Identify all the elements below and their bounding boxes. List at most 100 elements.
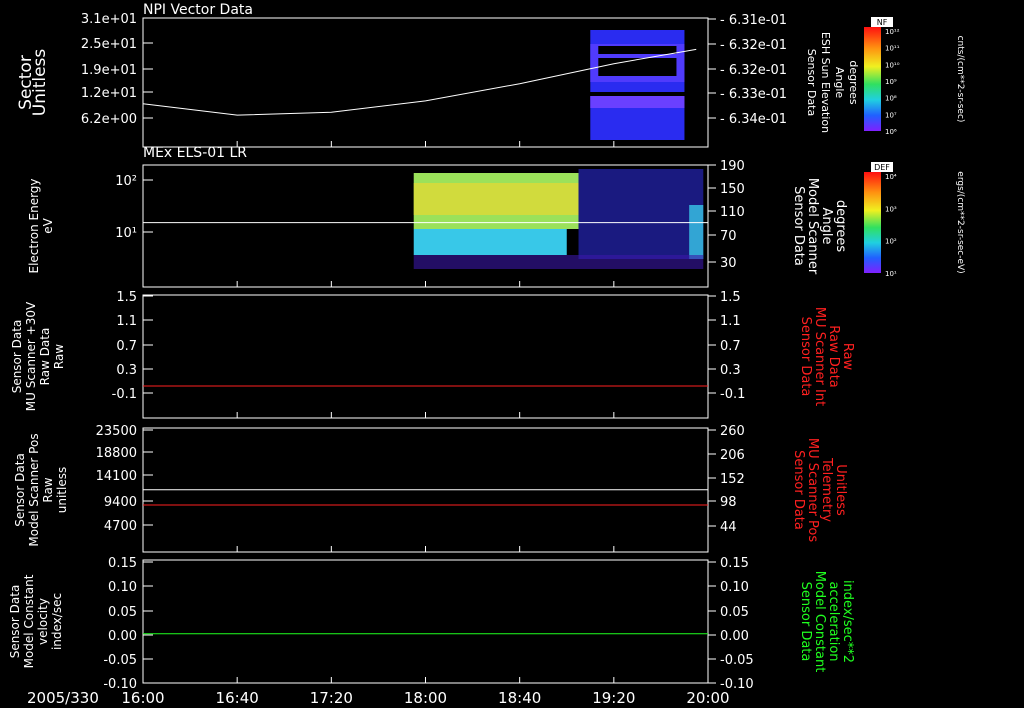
y2-axis-label-line: degrees <box>833 200 848 253</box>
y-tick-label: 0.3 <box>116 363 137 378</box>
y2-tick-label: - 6.31e-01 <box>720 13 787 28</box>
y-axis-label-line: unitless <box>55 467 69 513</box>
colorbar-label: NF <box>877 18 888 27</box>
heatmap-band <box>590 96 685 108</box>
y2-axis-label: Sensor DataMU Scanner PosTelemetryUnitle… <box>791 438 848 543</box>
y-tick-label: -0.05 <box>103 653 137 668</box>
y-tick-label: 4700 <box>104 519 137 534</box>
y-axis-label-line: Sensor Data <box>8 585 22 659</box>
y2-tick-label: 0.10 <box>720 580 749 595</box>
x-tick-label: 20:00 <box>686 689 729 707</box>
y2-axis-label-line: Unitless <box>833 464 848 516</box>
y2-axis-label-line: acceleration <box>826 581 841 661</box>
y-axis-label-line: Unitless <box>30 49 50 117</box>
x-tick-label: 16:40 <box>216 689 259 707</box>
colorbar <box>864 172 881 273</box>
y2-axis-label-line: Sensor Data <box>791 450 806 530</box>
y-axis-label-line: index/sec <box>50 593 64 650</box>
y2-axis-label-line: Angle <box>833 67 846 99</box>
plot-frame <box>142 559 709 684</box>
y2-tick-label: -0.05 <box>720 653 754 668</box>
y-tick-label: 9400 <box>104 495 137 510</box>
y2-axis-label-line: MU Scanner Int <box>812 307 827 406</box>
y2-tick-label: 0.00 <box>720 629 749 644</box>
y2-axis-label: Sensor DataModel ScannerAngledegrees <box>791 178 848 275</box>
colorbar-tick: 10⁸ <box>885 95 897 103</box>
y2-tick-label: 110 <box>720 205 745 220</box>
y2-axis-label-line: Model Constant <box>812 571 827 673</box>
heatmap-tail <box>413 255 704 269</box>
y-axis-label-line: Sensor Data <box>10 320 24 394</box>
y2-tick-label: 44 <box>720 520 737 535</box>
heatmap-gap <box>598 58 677 76</box>
y-tick-label: 0.7 <box>116 339 137 354</box>
colorbar-tick: 10¹¹ <box>885 45 900 53</box>
y-tick-label: 3.1e+01 <box>81 12 137 27</box>
heatmap-sparse <box>578 169 704 259</box>
y-tick-label: 2.5e+01 <box>81 37 137 52</box>
y-axis-label-line: MU Scanner +30V <box>24 301 38 411</box>
y-tick-label: 0.15 <box>108 556 137 571</box>
y2-axis-label-line: index/sec**2 <box>840 580 855 663</box>
y2-axis-label-line: Sensor Data <box>798 582 813 662</box>
y2-axis-label-line: Telemetry <box>819 457 834 522</box>
y2-axis-label: Sensor DataModel Constantaccelerationind… <box>798 571 855 673</box>
y-tick-label: 0.00 <box>108 629 137 644</box>
y2-axis-label-line: degrees <box>847 60 860 105</box>
y-tick-label: 1.5 <box>116 290 137 305</box>
multi-panel-chart: NPI Vector Data MEx ELS-01 LR 2005/330 3… <box>8 2 965 707</box>
y-axis-label-line: Model Constant <box>22 574 36 668</box>
y2-axis-label-line: Sensor Data <box>805 49 818 116</box>
y2-axis-label-line: Raw <box>840 343 855 371</box>
y2-axis-label-line: ESH Sun Elevation <box>819 32 832 133</box>
y2-tick-label: 150 <box>720 182 745 197</box>
y2-tick-label: 1.5 <box>720 290 741 305</box>
x-tick-label: 18:00 <box>404 689 447 707</box>
colorbar-tick: 10³ <box>885 205 897 213</box>
y2-axis-label-line: MU Scanner Pos <box>805 438 820 543</box>
heatmap-edge <box>689 205 704 259</box>
y2-tick-label: 30 <box>720 256 737 271</box>
x-tick-label: 16:00 <box>121 689 164 707</box>
y2-tick-label: - 6.34e-01 <box>720 112 787 127</box>
x-tick-label: 17:20 <box>310 689 353 707</box>
y-tick-label: 23500 <box>96 424 137 439</box>
y2-tick-label: 0.7 <box>720 339 741 354</box>
colorbar-unit: cnts/(cm**2-sr-sec) <box>955 36 965 123</box>
y2-axis-label: Sensor DataESH Sun ElevationAngledegrees <box>805 32 860 133</box>
y2-tick-label: 260 <box>720 424 745 439</box>
y2-axis-label-line: Sensor Data <box>798 317 813 397</box>
y-tick-label: 0.05 <box>108 605 137 620</box>
y-tick-label: -0.1 <box>112 387 137 402</box>
y-axis-label: SectorUnitless <box>16 49 50 117</box>
y-axis-label-line: eV <box>41 217 55 233</box>
y-tick-label: 1.9e+01 <box>81 63 137 78</box>
y2-tick-label: 0.05 <box>720 605 749 620</box>
y-tick-label: 1.2e+01 <box>81 86 137 101</box>
colorbar-tick: 10² <box>885 238 897 246</box>
y-axis-label: Sensor DataModel Constantvelocityindex/s… <box>8 574 64 668</box>
y-axis-label-line: Raw <box>41 477 55 502</box>
y2-tick-label: 0.15 <box>720 556 749 571</box>
panel-1: 3.1e+01 2.5e+01 1.9e+01 1.2e+01 6.2e+00 - 6.3… <box>16 12 965 148</box>
y-axis-label: Electron EnergyeV <box>27 178 55 273</box>
heatmap-low-energy <box>413 229 567 255</box>
heatmap-peak <box>413 183 579 215</box>
y2-tick-label: -0.1 <box>720 387 745 402</box>
panel-5: 0.150.100.050.00-0.05-0.100.150.100.050.… <box>8 556 855 692</box>
colorbar-tick: 10¹² <box>885 28 900 36</box>
y-tick-label: 14100 <box>96 469 137 484</box>
colorbar <box>864 27 881 131</box>
colorbar-tick: 10¹⁰ <box>885 61 900 69</box>
y2-tick-label: 70 <box>720 229 737 244</box>
y2-tick-label: 0.3 <box>720 363 741 378</box>
colorbar-tick: 10⁷ <box>885 111 897 119</box>
plot-frame <box>142 294 709 419</box>
y-axis-label: Sensor DataMU Scanner +30VRaw DataRaw <box>10 301 66 411</box>
y2-tick-label: 190 <box>720 159 745 174</box>
y2-tick-label: - 6.33e-01 <box>720 87 787 102</box>
colorbar-tick: 10⁶ <box>885 128 897 136</box>
y2-tick-label: - 6.32e-01 <box>720 38 787 53</box>
y2-tick-label: 1.1 <box>720 314 741 329</box>
y2-axis-label-line: Model Scanner <box>805 178 820 275</box>
